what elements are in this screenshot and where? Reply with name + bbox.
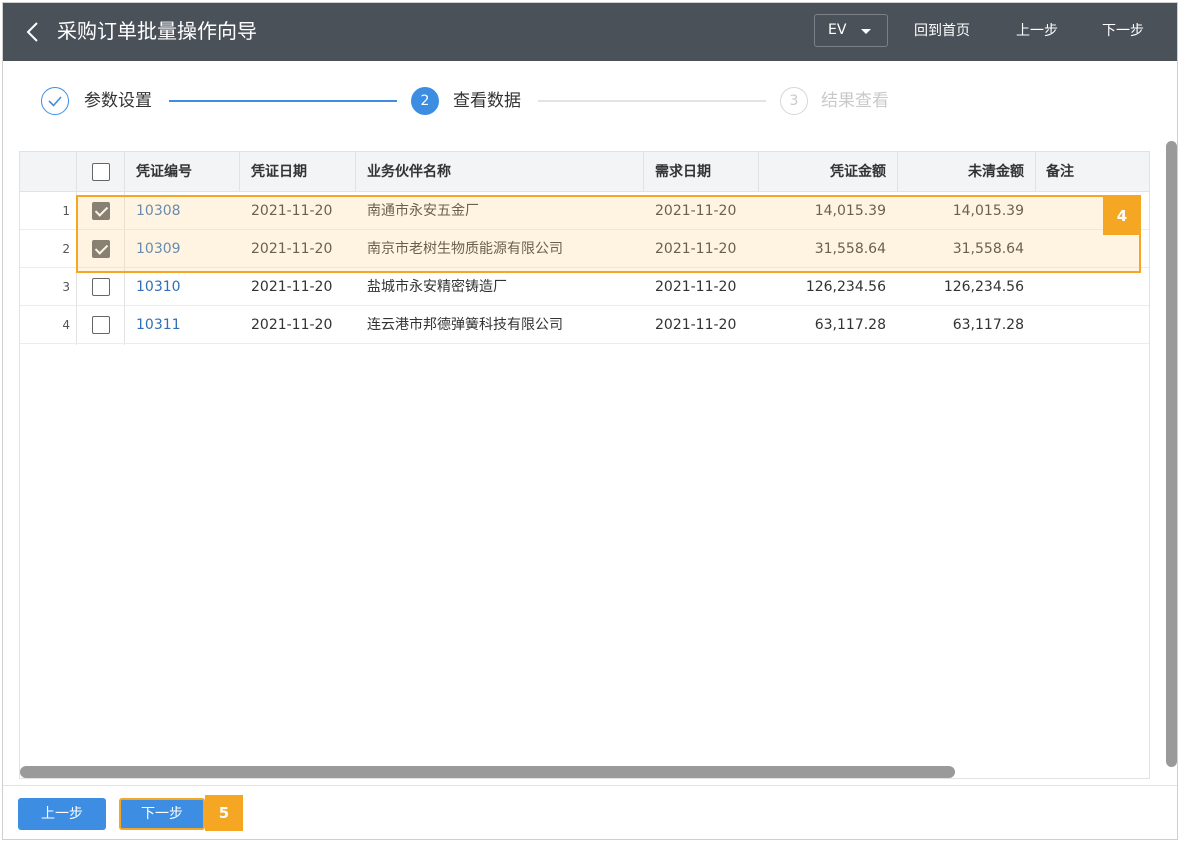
row-checkbox[interactable]	[92, 316, 110, 334]
header-prev-link[interactable]: 上一步	[1016, 21, 1058, 41]
column-header-partner-name[interactable]: 业务伙伴名称	[367, 152, 451, 192]
row-number: 2	[62, 242, 70, 256]
prev-step-button[interactable]: 上一步	[18, 798, 106, 830]
column-divider	[239, 152, 240, 192]
header-next-link[interactable]: 下一步	[1102, 21, 1144, 41]
horizontal-scrollbar[interactable]	[20, 766, 955, 778]
step-2-number: 2	[411, 87, 439, 115]
column-divider	[1035, 152, 1036, 192]
column-divider	[897, 152, 898, 192]
select-all-checkbox[interactable]	[92, 163, 110, 181]
back-chevron-icon[interactable]	[23, 21, 43, 43]
title-bar: 采购订单批量操作向导 EV 回到首页 上一步 下一步	[3, 3, 1177, 61]
column-header-amount[interactable]: 凭证金额	[760, 152, 886, 192]
required-date: 2021-11-20	[655, 279, 737, 295]
vertical-scrollbar[interactable]	[1166, 141, 1177, 767]
annotation-badge-5: 5	[205, 795, 243, 831]
annotation-badge-4: 4	[1103, 197, 1141, 235]
ev-dropdown[interactable]: EV	[814, 14, 888, 47]
required-date: 2021-11-20	[655, 317, 737, 333]
step-2-label: 查看数据	[453, 91, 521, 111]
step-1-check-icon	[41, 87, 69, 115]
selected-rows-highlight	[76, 195, 1141, 273]
open-amount: 63,117.28	[952, 317, 1024, 333]
partner-name: 盐城市永安精密铸造厂	[367, 279, 507, 295]
row-number: 1	[62, 204, 70, 218]
row-checkbox[interactable]	[92, 278, 110, 296]
row-number: 4	[62, 318, 70, 332]
row-number: 3	[62, 280, 70, 294]
wizard-window: 采购订单批量操作向导 EV 回到首页 上一步 下一步 参数设置 2 查看数据 3…	[2, 2, 1178, 840]
column-header-voucher-date[interactable]: 凭证日期	[251, 152, 307, 192]
table-header-row: 凭证编号 凭证日期 业务伙伴名称 需求日期 凭证金额 未清金额 备注	[20, 152, 1149, 192]
page-title: 采购订单批量操作向导	[57, 19, 257, 43]
voucher-date: 2021-11-20	[251, 317, 333, 333]
step-3-number: 3	[780, 87, 808, 115]
open-amount: 126,234.56	[943, 279, 1024, 295]
voucher-number-link[interactable]: 10311	[136, 306, 181, 344]
step-1-label: 参数设置	[84, 91, 152, 111]
table-row[interactable]: 4 10311 2021-11-20 连云港市邦德弹簧科技有限公司 2021-11-20…	[20, 306, 1149, 344]
partner-name: 连云港市邦德弹簧科技有限公司	[367, 317, 563, 333]
column-divider	[355, 152, 356, 192]
caret-down-icon	[861, 29, 871, 34]
step-connector-1	[169, 100, 397, 102]
voucher-amount: 63,117.28	[814, 317, 886, 333]
column-header-remark[interactable]: 备注	[1046, 152, 1074, 192]
step-connector-2	[538, 100, 766, 102]
column-header-voucher-no[interactable]: 凭证编号	[136, 152, 192, 192]
ev-dropdown-label: EV	[828, 22, 847, 38]
next-step-button[interactable]: 下一步	[119, 798, 205, 830]
voucher-date: 2021-11-20	[251, 279, 333, 295]
column-header-open-amount[interactable]: 未清金额	[898, 152, 1024, 192]
column-header-required-date[interactable]: 需求日期	[655, 152, 711, 192]
step-3-label: 结果查看	[821, 91, 889, 111]
home-link[interactable]: 回到首页	[914, 21, 970, 41]
column-divider	[758, 152, 759, 192]
voucher-amount: 126,234.56	[805, 279, 886, 295]
column-divider	[643, 152, 644, 192]
footer-divider	[3, 785, 1177, 786]
voucher-number-link[interactable]: 10310	[136, 268, 181, 306]
voucher-table: 凭证编号 凭证日期 业务伙伴名称 需求日期 凭证金额 未清金额 备注 1 1030…	[19, 151, 1150, 779]
table-row[interactable]: 3 10310 2021-11-20 盐城市永安精密铸造厂 2021-11-20 126,…	[20, 268, 1149, 306]
